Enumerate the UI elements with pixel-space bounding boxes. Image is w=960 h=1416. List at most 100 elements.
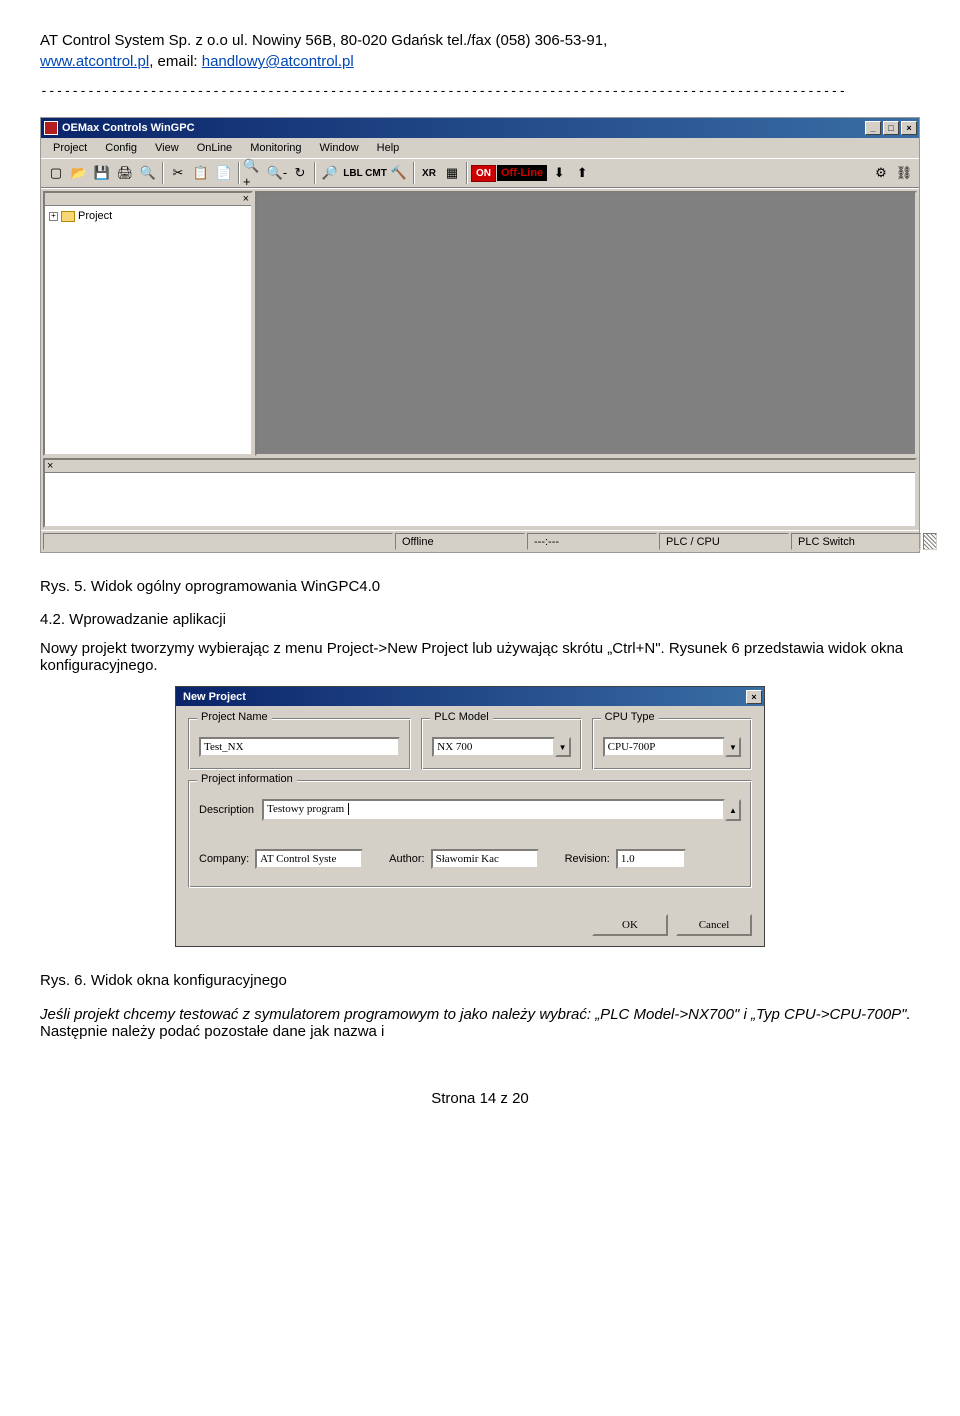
status-bar: Offline ---:--- PLC / CPU PLC Switch	[41, 530, 919, 552]
menu-help[interactable]: Help	[369, 140, 408, 156]
find-icon[interactable]: 🔎	[319, 162, 341, 184]
paragraph-1: Nowy projekt tworzymy wybierając z menu …	[40, 640, 920, 674]
figure-caption-5: Rys. 5. Widok ogólny oprogramowania WinG…	[40, 577, 920, 597]
toolbar: ▢ 📂 💾 🖨 🔍 ✂ 📋 📄 🔍+ 🔍- ↻ 🔎 LBL CMT 🔨 XR ▦…	[41, 158, 919, 188]
page-footer: Strona 14 z 20	[40, 1090, 920, 1107]
menu-monitoring[interactable]: Monitoring	[242, 140, 309, 156]
dialog-close-button[interactable]: ×	[746, 690, 762, 704]
open-icon[interactable]: 📂	[68, 162, 90, 184]
revision-input[interactable]	[616, 849, 686, 869]
project-name-group: Project Name	[188, 718, 411, 770]
status-time: ---:---	[527, 533, 657, 550]
xr-button[interactable]: XR	[418, 162, 440, 184]
document-header: AT Control System Sp. z o.o ul. Nowiny 5…	[40, 30, 920, 72]
separator	[238, 162, 240, 184]
company-input[interactable]	[255, 849, 363, 869]
app-titlebar: OEMax Controls WinGPC _ □ ×	[41, 118, 919, 138]
preview-icon[interactable]: 🔍	[137, 162, 159, 184]
restore-button[interactable]: □	[883, 121, 899, 135]
paste-icon[interactable]: 📄	[213, 162, 235, 184]
refresh-icon[interactable]: ↻	[289, 162, 311, 184]
figure-caption-6: Rys. 6. Widok okna konfiguracyjnego	[40, 971, 920, 991]
description-input[interactable]: Testowy program	[262, 799, 725, 821]
company-line-1: AT Control System Sp. z o.o ul. Nowiny 5…	[40, 32, 607, 49]
download-icon[interactable]: ⬇	[548, 162, 570, 184]
resize-grip[interactable]	[923, 533, 937, 550]
chevron-down-icon[interactable]: ▼	[555, 737, 571, 757]
cmt-button[interactable]: CMT	[365, 162, 387, 184]
dialog-titlebar: New Project ×	[176, 687, 764, 706]
settings-icon[interactable]: ⚙	[870, 162, 892, 184]
print-icon[interactable]: 🖨	[114, 162, 136, 184]
copy-icon[interactable]: 📋	[190, 162, 212, 184]
email-prefix: , email:	[149, 53, 202, 70]
pane-close-icon[interactable]: ×	[47, 460, 53, 472]
menu-view[interactable]: View	[147, 140, 187, 156]
status-plc-cpu: PLC / CPU	[659, 533, 789, 550]
project-info-legend: Project information	[197, 773, 297, 785]
scroll-up-icon[interactable]: ▲	[725, 799, 741, 821]
cpu-type-legend: CPU Type	[601, 711, 659, 723]
pane-close-icon[interactable]: ×	[243, 193, 249, 205]
app-window: OEMax Controls WinGPC _ □ × Project Conf…	[40, 117, 920, 553]
chevron-down-icon[interactable]: ▼	[725, 737, 741, 757]
company-label: Company:	[199, 853, 249, 865]
separator	[314, 162, 316, 184]
main-editor-pane	[255, 191, 917, 456]
separator	[413, 162, 415, 184]
output-pane: ×	[43, 458, 917, 528]
plc-model-group: PLC Model ▼	[421, 718, 581, 770]
new-project-dialog: New Project × Project Name PLC Model ▼ C…	[175, 686, 765, 947]
project-name-input[interactable]	[199, 737, 400, 757]
app-icon	[44, 121, 58, 135]
cut-icon[interactable]: ✂	[167, 162, 189, 184]
author-input[interactable]	[431, 849, 539, 869]
plc-model-select[interactable]	[432, 737, 554, 757]
menu-project[interactable]: Project	[45, 140, 95, 156]
project-name-legend: Project Name	[197, 711, 272, 723]
menu-config[interactable]: Config	[97, 140, 145, 156]
project-tree-pane: × + Project	[43, 191, 253, 456]
paragraph-2: Jeśli projekt chcemy testować z symulato…	[40, 1006, 920, 1040]
divider-line: ----------------------------------------…	[40, 84, 920, 99]
status-plc-switch: PLC Switch	[791, 533, 921, 550]
status-offline: Offline	[395, 533, 525, 550]
email-link[interactable]: handlowy@atcontrol.pl	[202, 53, 354, 70]
project-info-group: Project information Description Testowy …	[188, 780, 752, 888]
author-label: Author:	[389, 853, 424, 865]
tree-root-item[interactable]: + Project	[49, 210, 247, 222]
zoom-out-icon[interactable]: 🔍-	[266, 162, 288, 184]
on-badge[interactable]: ON	[471, 165, 496, 182]
close-button[interactable]: ×	[901, 121, 917, 135]
separator	[162, 162, 164, 184]
status-field-1	[43, 533, 393, 550]
dialog-title: New Project	[179, 691, 746, 703]
folder-icon	[61, 211, 75, 222]
offline-badge[interactable]: Off-Line	[497, 165, 547, 181]
plc-model-legend: PLC Model	[430, 711, 492, 723]
expand-icon[interactable]: +	[49, 212, 58, 221]
save-icon[interactable]: 💾	[91, 162, 113, 184]
build-icon[interactable]: 🔨	[388, 162, 410, 184]
menu-bar: Project Config View OnLine Monitoring Wi…	[41, 138, 919, 158]
minimize-button[interactable]: _	[865, 121, 881, 135]
cpu-type-group: CPU Type ▼	[592, 718, 752, 770]
separator	[466, 162, 468, 184]
ok-button[interactable]: OK	[592, 914, 668, 936]
tree-root-label: Project	[78, 210, 112, 222]
new-icon[interactable]: ▢	[45, 162, 67, 184]
link-icon[interactable]: ⛓	[893, 162, 915, 184]
menu-window[interactable]: Window	[312, 140, 367, 156]
menu-online[interactable]: OnLine	[189, 140, 240, 156]
zoom-in-icon[interactable]: 🔍+	[243, 162, 265, 184]
lbl-button[interactable]: LBL	[342, 162, 364, 184]
section-heading: 4.2. Wprowadzanie aplikacji	[40, 611, 920, 628]
grid-icon[interactable]: ▦	[441, 162, 463, 184]
description-label: Description	[199, 804, 254, 816]
cancel-button[interactable]: Cancel	[676, 914, 752, 936]
revision-label: Revision:	[565, 853, 610, 865]
website-link[interactable]: www.atcontrol.pl	[40, 53, 149, 70]
upload-icon[interactable]: ⬆	[571, 162, 593, 184]
cpu-type-select[interactable]	[603, 737, 725, 757]
workspace: × + Project	[41, 188, 919, 458]
